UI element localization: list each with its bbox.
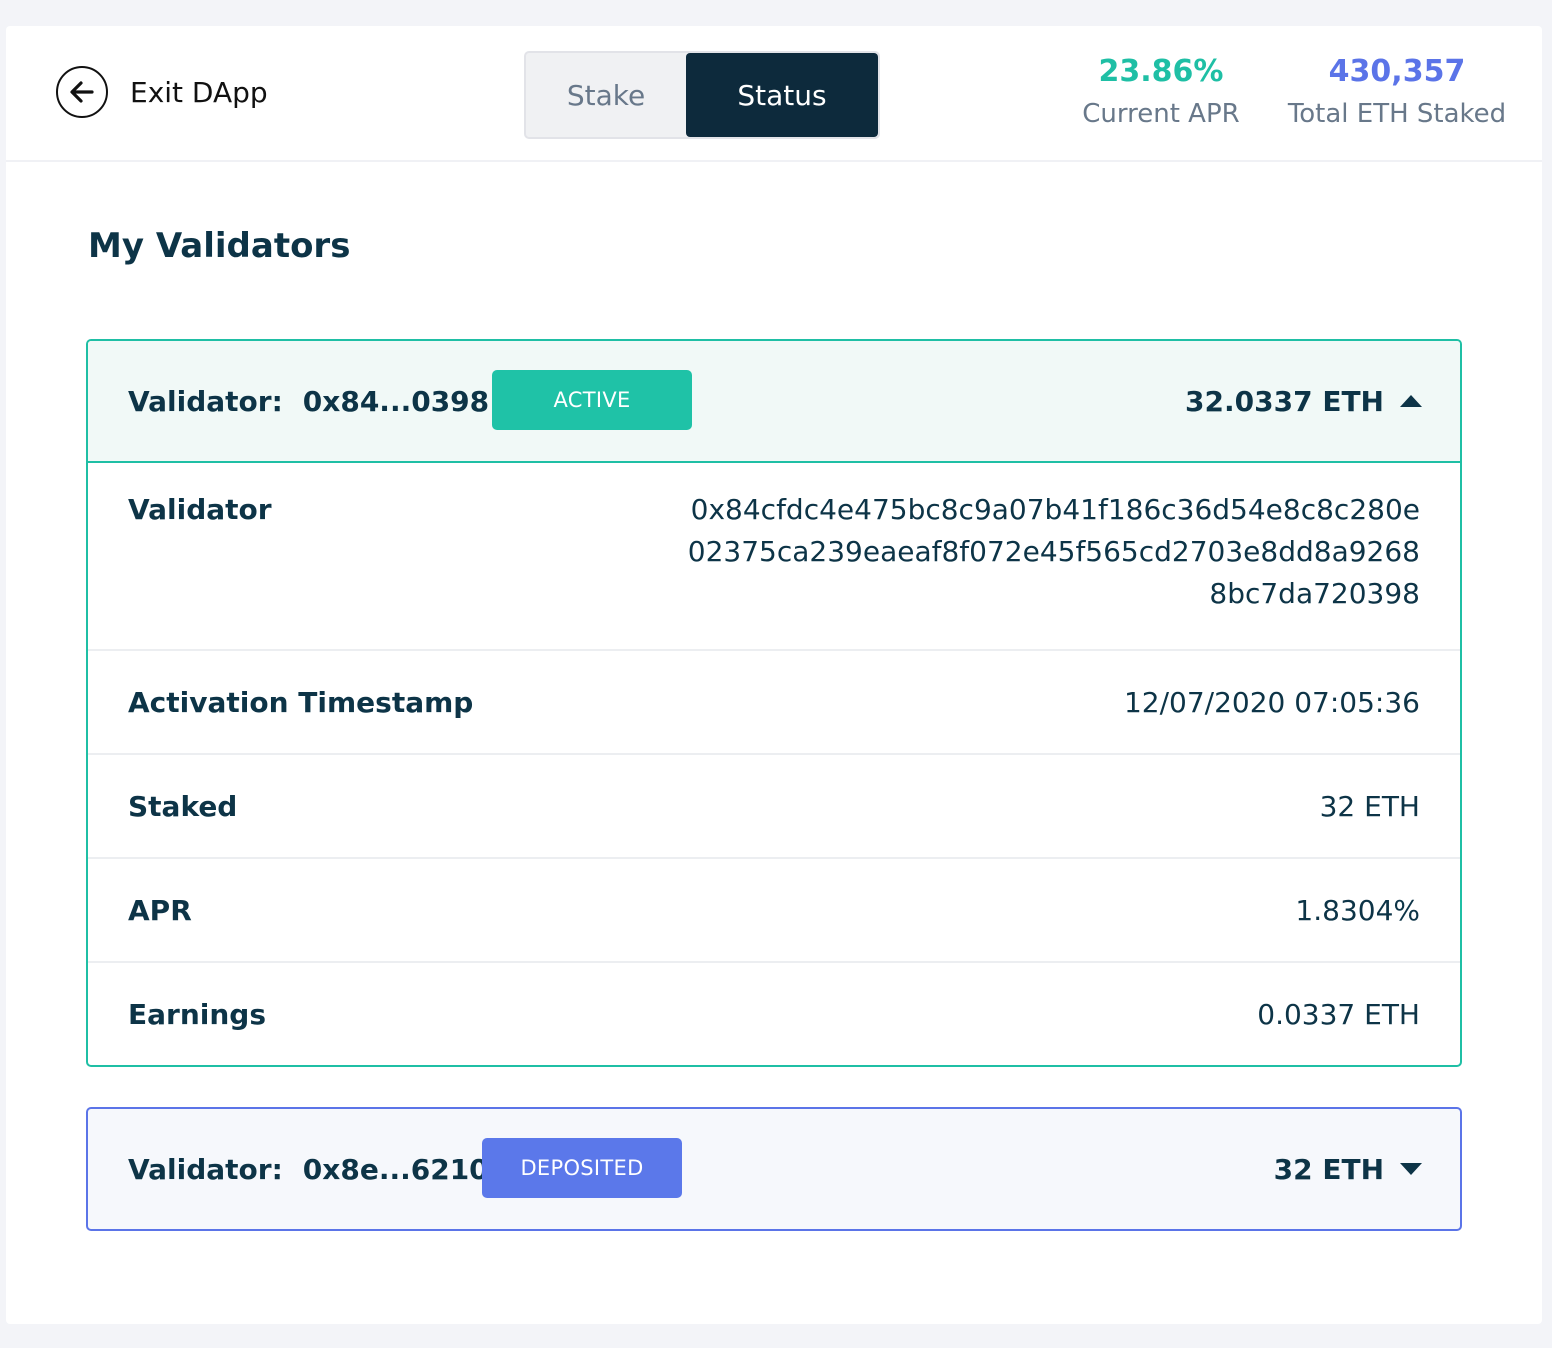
address-line: 02375ca239eaeaf8f072e45f565cd2703e8dd8a9… — [687, 535, 1420, 568]
current-apr-stat: 23.86% Current APR — [1066, 54, 1256, 130]
caret-down-icon[interactable] — [1400, 1163, 1422, 1175]
current-apr-value: 23.86% — [1098, 54, 1224, 89]
validator-panel-active: Validator: 0x84...0398 ACTIVE 32.0337 ET… — [86, 339, 1462, 1067]
detail-row-activation: Activation Timestamp 12/07/2020 07:05:36 — [88, 651, 1460, 755]
detail-row-validator: Validator 0x84cfdc4e475bc8c9a07b41f186c3… — [88, 463, 1460, 651]
detail-row-apr: APR 1.8304% — [88, 859, 1460, 963]
tab-status[interactable]: Status — [686, 53, 878, 137]
detail-label: Activation Timestamp — [128, 685, 474, 719]
detail-value: 1.8304% — [1295, 893, 1420, 927]
validator-balance-value: 32.0337 ETH — [1185, 384, 1384, 418]
validator-full-address: 0x84cfdc4e475bc8c9a07b41f186c36d54e8c8c2… — [688, 489, 1420, 649]
caret-up-icon[interactable] — [1400, 395, 1422, 407]
validator-header[interactable]: Validator: 0x84...0398 ACTIVE 32.0337 ET… — [88, 341, 1460, 463]
current-apr-label: Current APR — [1082, 99, 1240, 129]
address-line: 8bc7da720398 — [1209, 577, 1420, 610]
exit-dapp-button[interactable]: Exit DApp — [56, 64, 268, 120]
validator-label: Validator: — [128, 1152, 283, 1186]
validator-label: Validator: — [128, 384, 283, 418]
total-eth-staked-value: 430,357 — [1328, 54, 1466, 89]
validator-header[interactable]: Validator: 0x8e...6210 DEPOSITED 32 ETH — [88, 1109, 1460, 1229]
top-bar: Exit DApp Stake Status 23.86% Current AP… — [6, 26, 1542, 162]
exit-dapp-label: Exit DApp — [130, 75, 268, 109]
main-card: Exit DApp Stake Status 23.86% Current AP… — [6, 26, 1542, 1324]
validator-balance-value: 32 ETH — [1273, 1152, 1384, 1186]
detail-row-earnings: Earnings 0.0337 ETH — [88, 963, 1460, 1065]
detail-label: Validator — [128, 493, 272, 526]
validator-balance: 32.0337 ETH — [1185, 341, 1422, 461]
detail-label: Staked — [128, 789, 238, 823]
page-title: My Validators — [88, 226, 351, 266]
detail-value: 32 ETH — [1319, 789, 1420, 823]
validator-short-address: 0x8e...6210 — [302, 1152, 489, 1186]
status-badge: ACTIVE — [492, 370, 692, 430]
detail-label: APR — [128, 893, 192, 927]
view-tabs: Stake Status — [524, 51, 880, 139]
validator-short-address: 0x84...0398 — [302, 384, 490, 418]
validator-balance: 32 ETH — [1274, 1109, 1422, 1229]
detail-value: 0.0337 ETH — [1257, 997, 1420, 1031]
tab-stake[interactable]: Stake — [526, 53, 686, 137]
detail-row-staked: Staked 32 ETH — [88, 755, 1460, 859]
detail-label: Earnings — [128, 997, 267, 1031]
status-badge: DEPOSITED — [482, 1138, 682, 1198]
total-eth-staked-label: Total ETH Staked — [1287, 99, 1507, 129]
back-arrow-icon — [56, 66, 108, 118]
validator-panel-deposited: Validator: 0x8e...6210 DEPOSITED 32 ETH — [86, 1107, 1462, 1231]
address-line: 0x84cfdc4e475bc8c9a07b41f186c36d54e8c8c2… — [690, 493, 1420, 526]
detail-value: 12/07/2020 07:05:36 — [1123, 685, 1420, 719]
total-eth-staked-stat: 430,357 Total ETH Staked — [1272, 54, 1522, 130]
